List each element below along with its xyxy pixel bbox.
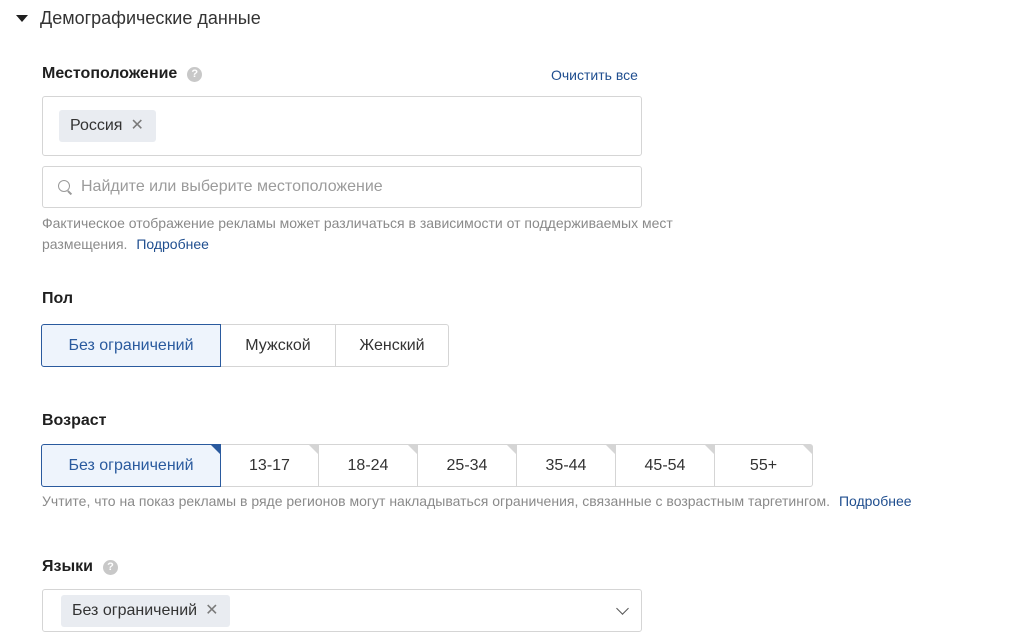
gender-label: Пол xyxy=(42,290,74,307)
age-option-55-plus[interactable]: 55+ xyxy=(715,444,813,487)
search-icon xyxy=(57,179,73,195)
age-option-label: 55+ xyxy=(749,456,778,474)
age-learn-more-link[interactable]: Подробнее xyxy=(839,493,912,509)
corner-marker-icon xyxy=(507,445,516,454)
age-hint: Учтите, что на показ рекламы в ряде реги… xyxy=(42,491,912,512)
location-label-row: Местоположение ? xyxy=(42,62,203,86)
age-option-any[interactable]: Без ограничений xyxy=(41,444,221,487)
selected-locations-box: Россия ✕ xyxy=(42,96,642,156)
location-search-input[interactable] xyxy=(79,177,623,197)
section-title: Демографические данные xyxy=(40,7,261,28)
location-hint: Фактическое отображение рекламы может ра… xyxy=(42,213,762,255)
age-option-label: 18-24 xyxy=(347,456,389,474)
age-option-45-54[interactable]: 45-54 xyxy=(616,444,715,487)
age-label: Возраст xyxy=(42,412,107,429)
location-hint-line1: Фактическое отображение рекламы может ра… xyxy=(42,215,673,231)
language-chip-label: Без ограничений xyxy=(72,601,198,619)
remove-location-icon[interactable]: ✕ xyxy=(130,118,143,134)
location-learn-more-link[interactable]: Подробнее xyxy=(136,236,209,252)
gender-option-any[interactable]: Без ограничений xyxy=(41,324,221,367)
location-label: Местоположение xyxy=(42,65,178,82)
remove-language-icon[interactable]: ✕ xyxy=(205,602,218,619)
age-option-label: 25-34 xyxy=(446,456,488,474)
age-option-label: 35-44 xyxy=(545,456,587,474)
chevron-down-icon[interactable] xyxy=(616,601,629,615)
location-chip: Россия ✕ xyxy=(59,110,156,142)
age-option-label: Без ограничений xyxy=(68,456,194,474)
corner-marker-icon xyxy=(606,445,615,454)
age-segmented-control: Без ограничений 13-17 18-24 25-34 35-44 … xyxy=(41,444,813,487)
gender-segmented-control: Без ограничений Мужской Женский xyxy=(41,324,449,367)
age-option-label: 45-54 xyxy=(644,456,686,474)
corner-marker-icon xyxy=(309,445,318,454)
corner-marker-icon xyxy=(705,445,714,454)
question-icon[interactable]: ? xyxy=(187,66,203,82)
languages-label-row: Языки ? xyxy=(42,555,118,579)
age-option-label: 13-17 xyxy=(249,456,290,474)
clear-all-link[interactable]: Очистить все xyxy=(551,67,638,83)
age-option-13-17[interactable]: 13-17 xyxy=(221,444,319,487)
corner-marker-icon xyxy=(408,445,417,454)
age-hint-text: Учтите, что на показ рекламы в ряде реги… xyxy=(42,493,831,509)
gender-option-male[interactable]: Мужской xyxy=(221,324,336,367)
location-search-box xyxy=(42,166,642,208)
location-chip-label: Россия xyxy=(70,117,123,134)
section-toggle-demographics[interactable]: Демографические данные xyxy=(14,4,261,32)
language-chip: Без ограничений ✕ xyxy=(61,594,231,627)
corner-marker-icon xyxy=(803,445,812,454)
caret-down-icon xyxy=(16,14,28,22)
location-hint-line2: размещения. xyxy=(42,236,128,252)
gender-option-female[interactable]: Женский xyxy=(336,324,449,367)
languages-label: Языки xyxy=(42,558,93,575)
languages-select[interactable]: Без ограничений ✕ xyxy=(42,589,642,632)
corner-marker-icon xyxy=(211,445,220,454)
age-option-25-34[interactable]: 25-34 xyxy=(418,444,517,487)
age-option-18-24[interactable]: 18-24 xyxy=(319,444,418,487)
question-icon[interactable]: ? xyxy=(102,559,118,575)
age-option-35-44[interactable]: 35-44 xyxy=(517,444,616,487)
